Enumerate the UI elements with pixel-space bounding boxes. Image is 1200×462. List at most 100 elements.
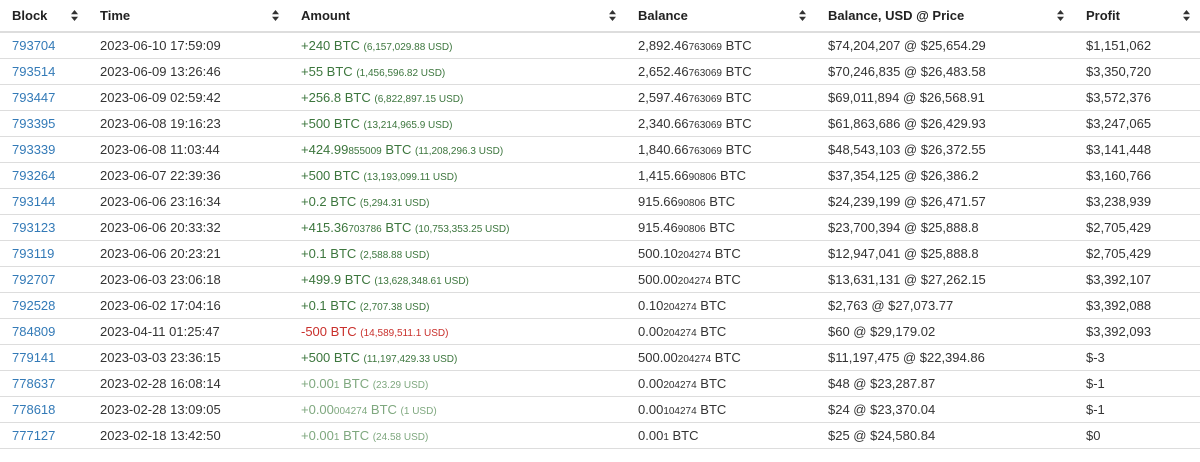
- balance-unit: BTC: [705, 220, 736, 235]
- amount-main: +0.1: [301, 298, 327, 313]
- time-cell: 2023-02-18 13:42:50: [88, 422, 289, 449]
- profit-cell: $3,392,107: [1074, 266, 1200, 293]
- balance-cell: 500.10204274 BTC: [626, 240, 816, 267]
- amount-unit: BTC: [326, 298, 357, 313]
- table-header: Block Time Amount Balance Balance, USD @…: [0, 0, 1200, 33]
- sort-both-icon[interactable]: [1057, 10, 1064, 21]
- balance-usd-text: $48,543,103 @ $26,372.55: [828, 142, 986, 157]
- amount-usd: (10,753,353.25 USD): [414, 224, 510, 235]
- block-link[interactable]: 793704: [12, 38, 55, 53]
- time-cell: 2023-02-28 13:09:05: [88, 396, 289, 423]
- time-cell: 2023-06-06 23:16:34: [88, 188, 289, 215]
- amount-unit: BTC: [381, 142, 412, 157]
- balance-usd-cell: $11,197,475 @ $22,394.86: [816, 344, 1074, 371]
- amount-value: +500 BTC (11,197,429.33 USD): [301, 350, 457, 365]
- column-header-balance-usd-price[interactable]: Balance, USD @ Price: [816, 0, 1074, 33]
- block-cell: 793395: [0, 110, 88, 137]
- time-cell: 2023-04-11 01:25:47: [88, 318, 289, 345]
- column-header-time[interactable]: Time: [88, 0, 289, 33]
- table-row: 793395 2023-06-08 19:16:23 +500 BTC (13,…: [0, 110, 1200, 137]
- balance-usd-text: $61,863,686 @ $26,429.93: [828, 116, 986, 131]
- profit-text: $1,151,062: [1086, 38, 1152, 53]
- balance-cell: 0.00104274 BTC: [626, 396, 816, 423]
- balance-usd-cell: $60 @ $29,179.02: [816, 318, 1074, 345]
- time-text: 2023-04-11 01:25:47: [100, 324, 220, 339]
- balance-unit: BTC: [716, 168, 747, 183]
- sort-both-icon[interactable]: [609, 10, 616, 21]
- amount-unit: BTC: [339, 376, 370, 391]
- balance-usd-text: $23,700,394 @ $25,888.8: [828, 220, 979, 235]
- time-text: 2023-06-09 13:26:46: [100, 64, 221, 79]
- balance-fraction: 90806: [688, 172, 717, 183]
- block-cell: 793144: [0, 188, 88, 215]
- block-link[interactable]: 793395: [12, 116, 55, 131]
- column-header-balance[interactable]: Balance: [626, 0, 816, 33]
- amount-cell: +415.36703786 BTC (10,753,353.25 USD): [289, 214, 626, 241]
- balance-cell: 0.10204274 BTC: [626, 292, 816, 319]
- block-cell: 779141: [0, 344, 88, 371]
- column-header-profit[interactable]: Profit: [1074, 0, 1200, 33]
- table-body: 793704 2023-06-10 17:59:09 +240 BTC (6,1…: [0, 31, 1200, 449]
- column-header-label: Block: [12, 8, 48, 23]
- balance-usd-text: $48 @ $23,287.87: [828, 376, 936, 391]
- sort-both-icon[interactable]: [1183, 10, 1190, 21]
- profit-cell: $0: [1074, 422, 1200, 449]
- time-text: 2023-03-03 23:36:15: [100, 350, 221, 365]
- time-text: 2023-06-02 17:04:16: [100, 298, 221, 313]
- amount-cell: +55 BTC (1,456,596.82 USD): [289, 58, 626, 85]
- table-row: 779141 2023-03-03 23:36:15 +500 BTC (11,…: [0, 344, 1200, 371]
- balance-main: 2,597.46: [638, 90, 689, 105]
- time-cell: 2023-06-08 11:03:44: [88, 136, 289, 163]
- balance-cell: 2,892.46763069 BTC: [626, 31, 816, 59]
- time-cell: 2023-06-09 13:26:46: [88, 58, 289, 85]
- amount-cell: +500 BTC (13,193,099.11 USD): [289, 162, 626, 189]
- balance-usd-cell: $25 @ $24,580.84: [816, 422, 1074, 449]
- block-link[interactable]: 792528: [12, 298, 55, 313]
- balance-fraction: 763069: [688, 120, 722, 131]
- block-link[interactable]: 793264: [12, 168, 55, 183]
- amount-cell: +0.2 BTC (5,294.31 USD): [289, 188, 626, 215]
- profit-text: $3,392,088: [1086, 298, 1152, 313]
- balance-unit: BTC: [711, 246, 741, 261]
- block-link[interactable]: 793119: [12, 246, 54, 261]
- profit-text: $2,705,429: [1086, 246, 1152, 261]
- amount-cell: +0.00004274 BTC (1 USD): [289, 396, 626, 423]
- column-header-block[interactable]: Block: [0, 0, 88, 33]
- amount-cell: +0.001 BTC (24.58 USD): [289, 422, 626, 449]
- balance-unit: BTC: [721, 64, 752, 79]
- block-link[interactable]: 793123: [12, 220, 55, 235]
- block-link[interactable]: 793144: [12, 194, 55, 209]
- block-link[interactable]: 778618: [12, 402, 55, 417]
- sort-both-icon[interactable]: [799, 10, 806, 21]
- profit-text: $0: [1086, 428, 1101, 443]
- balance-fraction: 763069: [688, 68, 722, 79]
- block-link[interactable]: 779141: [12, 350, 55, 365]
- block-cell: 792528: [0, 292, 88, 319]
- balance-fraction: 204274: [663, 328, 697, 339]
- sort-both-icon[interactable]: [272, 10, 279, 21]
- block-link[interactable]: 778637: [12, 376, 55, 391]
- balance-fraction: 204274: [663, 380, 697, 391]
- sort-both-icon[interactable]: [71, 10, 78, 21]
- amount-main: +256.8: [301, 90, 342, 105]
- profit-cell: $3,572,376: [1074, 84, 1200, 111]
- amount-cell: +500 BTC (11,197,429.33 USD): [289, 344, 626, 371]
- profit-cell: $3,350,720: [1074, 58, 1200, 85]
- block-link[interactable]: 777127: [12, 428, 55, 443]
- block-link[interactable]: 784809: [12, 324, 55, 339]
- balance-usd-cell: $61,863,686 @ $26,429.93: [816, 110, 1074, 137]
- block-link[interactable]: 792707: [12, 272, 55, 287]
- balance-fraction: 104274: [663, 406, 697, 417]
- table-row: 793447 2023-06-09 02:59:42 +256.8 BTC (6…: [0, 84, 1200, 111]
- block-link[interactable]: 793514: [12, 64, 55, 79]
- amount-fraction: 703786: [348, 224, 382, 235]
- column-header-label: Amount: [301, 8, 351, 23]
- time-text: 2023-06-06 20:23:21: [100, 246, 221, 261]
- balance-main: 0.00: [638, 428, 664, 443]
- column-header-amount[interactable]: Amount: [289, 0, 626, 33]
- amount-value: +256.8 BTC (6,822,897.15 USD): [301, 90, 463, 105]
- balance-main: 915.46: [638, 220, 678, 235]
- block-link[interactable]: 793447: [12, 90, 55, 105]
- block-link[interactable]: 793339: [12, 142, 55, 157]
- balance-cell: 1,415.6690806 BTC: [626, 162, 816, 189]
